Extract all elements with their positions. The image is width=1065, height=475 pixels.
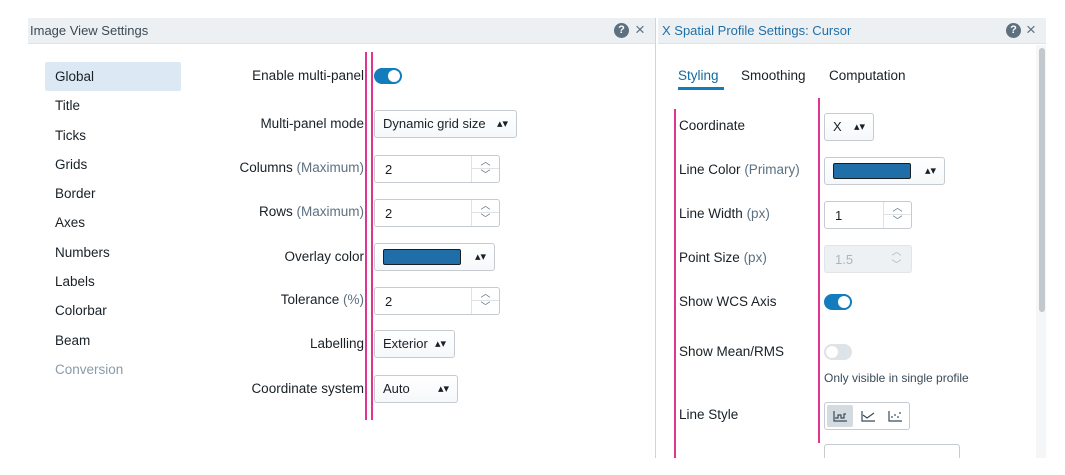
partially-visible-field[interactable]	[824, 444, 960, 458]
highlight-line	[371, 52, 373, 420]
coordinate-system-select[interactable]: Auto ▴▾	[374, 375, 458, 403]
settings-nav: Global Title Ticks Grids Border Axes Num…	[45, 62, 181, 384]
close-icon[interactable]: ×	[1026, 20, 1036, 40]
show-wcs-axis-label: Show WCS Axis	[679, 294, 777, 309]
enable-multipanel-label: Enable multi-panel	[252, 68, 364, 83]
increment-button[interactable]: ︿	[472, 156, 499, 169]
line-width-label: Line Width (px)	[679, 206, 770, 221]
active-tab-indicator	[678, 87, 724, 90]
panel-title: X Spatial Profile Settings: Cursor	[662, 23, 852, 38]
coordinate-select[interactable]: X ▴▾	[824, 113, 874, 141]
nav-item-axes[interactable]: Axes	[45, 208, 181, 237]
scrollbar-thumb[interactable]	[1039, 48, 1045, 312]
color-swatch	[833, 163, 911, 179]
select-arrows-icon: ▴▾	[924, 165, 936, 177]
nav-item-beam[interactable]: Beam	[45, 326, 181, 355]
tolerance-label: Tolerance (%)	[280, 292, 364, 307]
nav-item-border[interactable]: Border	[45, 179, 181, 208]
help-icon[interactable]: ?	[1006, 23, 1021, 38]
nav-item-title[interactable]: Title	[45, 91, 181, 120]
increment-button[interactable]: ︿	[472, 288, 499, 301]
select-arrows-icon: ▴▾	[474, 251, 486, 263]
columns-input[interactable]: 2 ︿ ﹀	[374, 155, 500, 183]
decrement-button[interactable]: ﹀	[884, 215, 911, 228]
panel-title: Image View Settings	[30, 23, 149, 38]
nav-item-ticks[interactable]: Ticks	[45, 121, 181, 150]
points-icon	[888, 411, 902, 422]
select-arrows-icon: ▴▾	[853, 121, 865, 133]
nav-item-labels[interactable]: Labels	[45, 267, 181, 296]
labelling-select[interactable]: Exterior ▴▾	[374, 330, 455, 358]
highlight-line	[674, 109, 676, 458]
line-color-label: Line Color (Primary)	[679, 162, 800, 177]
enable-multipanel-toggle[interactable]	[374, 68, 402, 84]
decrement-button[interactable]: ﹀	[472, 169, 499, 182]
tab-computation[interactable]: Computation	[829, 68, 906, 83]
show-wcs-axis-toggle[interactable]	[824, 294, 852, 310]
nav-item-grids[interactable]: Grids	[45, 150, 181, 179]
point-size-label: Point Size (px)	[679, 250, 767, 265]
multipanel-mode-select[interactable]: Dynamic grid size ▴▾	[374, 110, 517, 138]
show-mean-rms-label: Show Mean/RMS	[679, 344, 785, 359]
close-icon[interactable]: ×	[635, 20, 645, 40]
tolerance-input[interactable]: 2 ︿ ﹀	[374, 287, 500, 315]
columns-label: Columns (Maximum)	[239, 160, 364, 175]
line-style-steps-button[interactable]	[827, 405, 853, 427]
decrement-button: ﹀	[891, 260, 902, 271]
color-swatch	[383, 249, 461, 265]
field-labels: Enable multi-panel Multi-panel mode Colu…	[178, 18, 364, 458]
line-icon	[861, 411, 875, 422]
select-arrows-icon: ▴▾	[437, 383, 449, 395]
multipanel-mode-label: Multi-panel mode	[260, 116, 364, 131]
tab-smoothing[interactable]: Smoothing	[741, 68, 806, 83]
show-mean-rms-toggle[interactable]	[824, 344, 852, 360]
mean-rms-helper-text: Only visible in single profile	[824, 371, 969, 385]
coordinate-label: Coordinate	[679, 118, 746, 133]
point-size-input: 1.5 ︿ ﹀	[824, 245, 912, 273]
tab-styling[interactable]: Styling	[678, 68, 719, 83]
line-color-picker[interactable]: ▴▾	[824, 157, 945, 185]
labelling-label: Labelling	[309, 336, 364, 351]
image-view-settings-panel: Image View Settings ? × Global Title Tic…	[28, 18, 656, 458]
line-style-points-button[interactable]	[882, 405, 908, 427]
decrement-button[interactable]: ﹀	[472, 301, 499, 314]
nav-item-numbers[interactable]: Numbers	[45, 238, 181, 267]
steps-icon	[833, 411, 847, 422]
line-style-button-group	[824, 402, 910, 430]
increment-button[interactable]: ︿	[884, 202, 911, 215]
select-arrows-icon: ▴▾	[496, 118, 508, 130]
decrement-button[interactable]: ﹀	[472, 213, 499, 226]
rows-label: Rows (Maximum)	[258, 204, 364, 219]
x-spatial-profile-settings-panel: X Spatial Profile Settings: Cursor ? × S…	[658, 18, 1046, 458]
select-arrows-icon: ▴▾	[434, 338, 446, 350]
increment-button: ︿	[891, 247, 902, 258]
line-width-input[interactable]: 1 ︿ ﹀	[824, 201, 912, 229]
help-icon[interactable]: ?	[614, 23, 629, 38]
line-style-line-button[interactable]	[855, 405, 881, 427]
overlay-color-picker[interactable]: ▴▾	[374, 243, 495, 271]
coordinate-system-label: Coordinate system	[251, 381, 364, 396]
increment-button[interactable]: ︿	[472, 200, 499, 213]
line-style-label: Line Style	[679, 407, 739, 422]
nav-item-conversion: Conversion	[55, 361, 124, 377]
overlay-color-label: Overlay color	[284, 249, 364, 264]
highlight-line	[818, 98, 820, 443]
panel-header: X Spatial Profile Settings: Cursor ? ×	[658, 18, 1046, 44]
highlight-line	[365, 52, 367, 420]
rows-input[interactable]: 2 ︿ ﹀	[374, 199, 500, 227]
nav-item-global[interactable]: Global	[45, 62, 181, 92]
nav-item-colorbar[interactable]: Colorbar	[45, 296, 181, 325]
